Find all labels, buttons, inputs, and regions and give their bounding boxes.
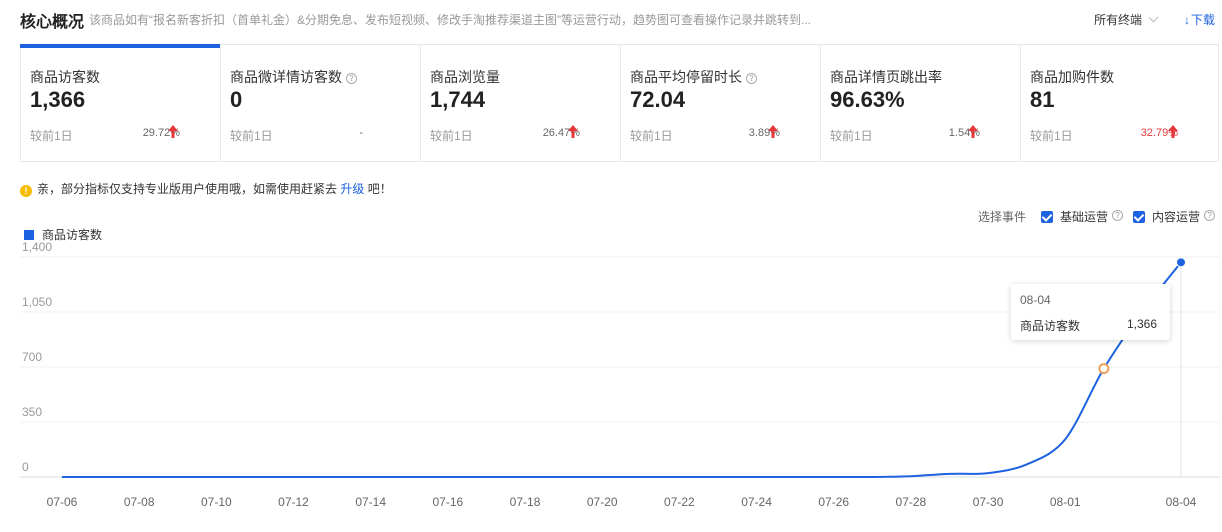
notice-text: 亲，部分指标仅支持专业版用户使用哦，如需使用赶紧去: [37, 182, 338, 196]
metric-value: 1,744: [430, 87, 486, 112]
metric-value: 0: [230, 87, 243, 112]
metric-label: 商品加购件数: [1030, 69, 1114, 85]
x-tick-label: 08-04: [1166, 495, 1197, 509]
checkbox-checked-icon: [1133, 210, 1146, 223]
metric-cards: 商品访客数 1,366 较前1日 29.72% 商品微详情访客数? 0 较前1日 - 商品浏览量…: [20, 44, 1219, 162]
metric-compare-label: 较前1日: [230, 129, 273, 143]
metric-label: 商品详情页跳出率: [830, 69, 942, 85]
y-tick-label: 700: [22, 350, 42, 364]
y-tick-label: 1,400: [22, 240, 52, 254]
event-marker: [1098, 363, 1110, 375]
metric-card[interactable]: 商品平均停留时长? 72.04 较前1日 3.89%: [621, 45, 821, 161]
x-tick-label: 08-01: [1050, 495, 1081, 509]
x-tick-label: 07-30: [973, 495, 1004, 509]
y-tick-label: 350: [22, 405, 42, 419]
x-tick-label: 07-12: [278, 495, 309, 509]
arrow-up-icon: [1168, 125, 1178, 138]
metric-value: 81: [1030, 87, 1055, 112]
x-tick-label: 07-08: [124, 495, 155, 509]
chart-tooltip: 08-04 商品访客数 1,366: [1011, 284, 1170, 340]
help-icon[interactable]: ?: [1204, 210, 1216, 221]
download-icon: ↓: [1184, 13, 1190, 27]
tooltip-value: 1,366: [1126, 317, 1157, 331]
arrow-up-icon: [168, 125, 178, 138]
section-description: 该商品如有“报名新客折扣（首单礼金）&分期免息、发布短视频、修改手淘推荐渠道主图…: [89, 13, 812, 27]
x-tick-label: 07-14: [355, 495, 386, 509]
help-icon[interactable]: ?: [746, 73, 757, 84]
notice-text-end: 吧！: [367, 182, 392, 196]
x-tick-label: 07-28: [896, 495, 927, 509]
metric-value: 1,366: [30, 87, 86, 112]
y-tick-label: 1,050: [22, 295, 52, 309]
metric-value: 72.04: [630, 87, 686, 112]
x-tick-label: 07-20: [587, 495, 618, 509]
help-icon[interactable]: ?: [346, 73, 357, 84]
metric-label: 商品平均停留时长?: [630, 67, 757, 87]
x-tick-label: 07-10: [201, 495, 232, 509]
event-filter-label: 选择事件: [978, 210, 1027, 224]
tooltip-date: 08-04: [1020, 293, 1051, 307]
x-tick-label: 07-16: [433, 495, 464, 509]
metric-card[interactable]: 商品浏览量 1,744 较前1日 26.47%: [421, 45, 621, 161]
metric-compare-label: 较前1日: [430, 129, 473, 143]
event-checkbox-content[interactable]: 内容运营?: [1133, 208, 1216, 225]
download-link[interactable]: ↓下载: [1184, 11, 1215, 28]
metric-change: -: [359, 127, 363, 139]
arrow-up-icon: [768, 125, 778, 138]
arrow-up-icon: [968, 125, 978, 138]
x-tick-label: 07-22: [664, 495, 695, 509]
event-checkbox-label: 基础运营: [1060, 210, 1109, 224]
y-tick-label: 0: [22, 460, 29, 474]
event-checkbox-label: 内容运营: [1152, 210, 1201, 224]
metric-card[interactable]: 商品访客数 1,366 较前1日 29.72%: [20, 44, 221, 161]
x-tick-label: 07-24: [741, 495, 772, 509]
tooltip-series-name: 商品访客数: [1020, 319, 1081, 333]
x-tick-label: 07-26: [818, 495, 849, 509]
legend-swatch: [24, 229, 34, 240]
metric-card[interactable]: 商品加购件数 81 较前1日 32.79%: [1021, 45, 1218, 161]
event-filter: 选择事件 基础运营? 内容运营?: [978, 208, 1216, 225]
terminal-select[interactable]: 所有终端: [1094, 11, 1159, 28]
metric-label: 商品浏览量: [430, 69, 500, 85]
metric-compare-label: 较前1日: [630, 129, 673, 143]
highlight-point: [1176, 257, 1186, 268]
help-icon[interactable]: ?: [1112, 210, 1124, 221]
arrow-up-icon: [568, 125, 578, 138]
page-header: 核心概况 该商品如有“报名新客折扣（首单礼金）&分期免息、发布短视频、修改手淘推…: [0, 0, 1222, 38]
info-icon: !: [20, 185, 32, 197]
upgrade-link[interactable]: 升级: [340, 182, 364, 196]
metric-compare-label: 较前1日: [1030, 129, 1073, 143]
x-tick-label: 07-18: [510, 495, 541, 509]
metric-label: 商品微详情访客数?: [230, 67, 357, 87]
upgrade-notice: ! 亲，部分指标仅支持专业版用户使用哦，如需使用赶紧去 升级 吧！: [20, 180, 392, 197]
metric-card[interactable]: 商品微详情访客数? 0 较前1日 -: [221, 45, 421, 161]
event-checkbox-basic[interactable]: 基础运营?: [1041, 208, 1124, 225]
metric-card[interactable]: 商品详情页跳出率 96.63% 较前1日 1.54%: [821, 45, 1021, 161]
metric-value: 96.63%: [830, 87, 905, 112]
metric-compare-label: 较前1日: [830, 129, 873, 143]
chevron-down-icon: [1148, 12, 1159, 23]
terminal-select-label: 所有终端: [1094, 13, 1143, 27]
section-title: 核心概况: [20, 14, 85, 31]
checkbox-checked-icon: [1041, 210, 1054, 223]
x-tick-label: 07-06: [47, 495, 78, 509]
metric-compare-label: 较前1日: [30, 129, 73, 143]
metric-label: 商品访客数: [30, 69, 100, 85]
download-label: 下载: [1191, 13, 1216, 27]
